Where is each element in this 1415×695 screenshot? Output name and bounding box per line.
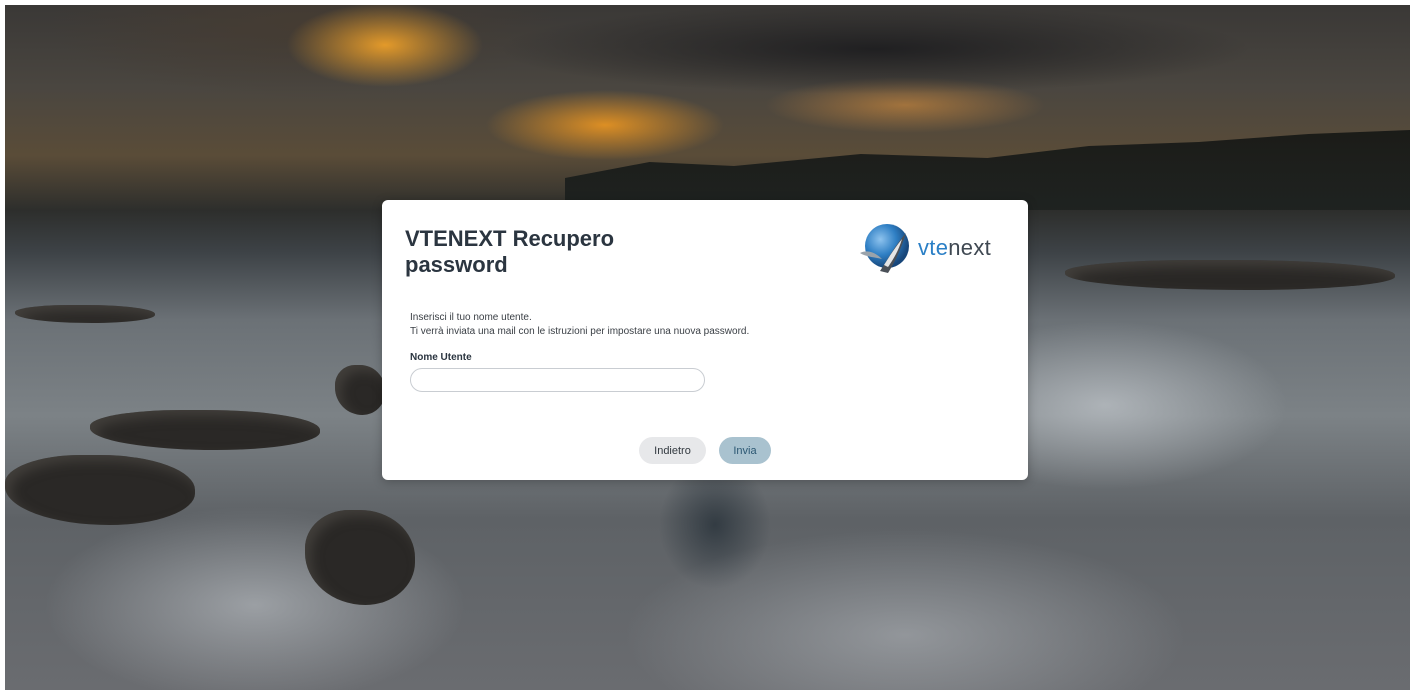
send-button[interactable]: Invia: [719, 437, 771, 464]
instructions-text: Inserisci il tuo nome utente. Ti verrà i…: [410, 311, 749, 339]
username-input[interactable]: [410, 368, 705, 392]
instructions-line: Ti verrà inviata una mail con le istruzi…: [410, 326, 750, 337]
vtenext-logo-icon: [860, 224, 909, 273]
instructions-line: Inserisci il tuo nome utente.: [410, 312, 532, 323]
background-clouds: [385, 5, 1365, 115]
logo-text: vtenext: [918, 235, 991, 261]
back-button[interactable]: Indietro: [639, 437, 706, 464]
logo-text-accent: vte: [918, 235, 949, 260]
username-label: Nome Utente: [410, 352, 472, 363]
dialog-title: VTENEXT Recupero password: [405, 226, 615, 277]
logo-text-rest: next: [948, 235, 992, 260]
password-recovery-dialog: VTENEXT Recupero password vtenext Inseri…: [382, 200, 1028, 480]
vtenext-logo: vtenext: [858, 218, 1006, 278]
background-treeline: [565, 130, 1410, 210]
